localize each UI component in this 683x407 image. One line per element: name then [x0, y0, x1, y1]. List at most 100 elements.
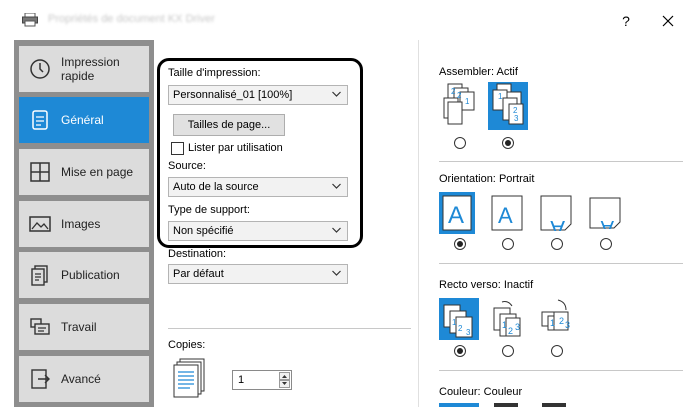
sidebar-item-mise-en-page[interactable]: Mise en page [19, 149, 149, 195]
general-settings: Taille d'impression: Personnalisé_01 [10… [154, 40, 418, 407]
sidebar-item-label: Travail [61, 320, 97, 334]
duplex-off-radio[interactable] [454, 345, 466, 357]
sidebar-item-impression-rapide[interactable]: Impression rapide [19, 46, 149, 92]
destination-value: Par défaut [173, 268, 224, 280]
svg-text:1: 1 [550, 318, 555, 328]
divider [439, 263, 683, 264]
simplex-icon: 1 2 3 [443, 304, 473, 338]
sidebar-item-label: Publication [61, 268, 120, 282]
orientation-landscape-radio[interactable] [502, 238, 514, 250]
black-white-option[interactable] [542, 403, 566, 407]
collate-label: Assembler: Actif [439, 66, 518, 78]
source-dropdown[interactable]: Auto de la source [168, 177, 348, 197]
collate-title: Assembler: [439, 66, 495, 78]
svg-text:1: 1 [465, 97, 470, 106]
page-sizes-button[interactable]: Tailles de page... [173, 114, 285, 136]
svg-text:1: 1 [502, 320, 507, 330]
portrait-icon: A [442, 195, 472, 231]
sidebar-item-label: Mise en page [61, 165, 134, 179]
close-button[interactable] [656, 10, 680, 32]
color-value: Couleur [483, 386, 523, 398]
uncollated-icon[interactable]: 2 2 1 [440, 82, 478, 130]
print-size-dropdown[interactable]: Personnalisé_01 [100%] [168, 85, 348, 105]
collate-value: Actif [496, 66, 518, 78]
advanced-icon [31, 369, 50, 389]
divider [168, 328, 411, 329]
sidebar-item-general[interactable]: Général [19, 97, 149, 143]
color-mode-option[interactable] [439, 403, 479, 407]
sidebar-item-travail[interactable]: Travail [19, 304, 149, 350]
source-label: Source: [168, 160, 206, 172]
grayscale-option[interactable] [494, 403, 518, 407]
svg-text:1: 1 [452, 318, 457, 327]
layout-grid-icon [30, 162, 50, 182]
orientation-label: Orientation: Portrait [439, 173, 534, 185]
copies-stepper[interactable]: 1 [232, 370, 292, 390]
color-label: Couleur: Couleur [439, 386, 522, 398]
collated-radio[interactable] [502, 137, 514, 149]
svg-text:2: 2 [508, 326, 513, 336]
decrement-button[interactable] [279, 380, 290, 388]
svg-text:A: A [498, 203, 513, 228]
sidebar-item-label: Avancé [61, 372, 101, 386]
duplex-short-edge-radio[interactable] [551, 345, 563, 357]
svg-text:3: 3 [514, 114, 519, 123]
chevron-down-icon [332, 91, 341, 97]
chevron-down-icon [332, 183, 341, 189]
svg-text:2: 2 [457, 91, 462, 100]
print-size-label: Taille d'impression: [168, 67, 261, 79]
duplex-long-edge-icon[interactable]: 1 2 3 [488, 298, 528, 340]
duplex-long-edge-radio[interactable] [502, 345, 514, 357]
list-by-usage-label: Lister par utilisation [188, 142, 283, 154]
chevron-down-icon [332, 227, 341, 233]
sidebar-item-label: Général [61, 113, 104, 127]
portrait-rotated-icon[interactable]: A [540, 195, 572, 231]
uncollated-radio[interactable] [454, 137, 466, 149]
media-type-value: Non spécifié [173, 225, 234, 237]
svg-text:2: 2 [451, 87, 456, 96]
arrow-down-icon [282, 382, 287, 385]
media-type-dropdown[interactable]: Non spécifié [168, 221, 348, 241]
copies-stack-icon [173, 358, 205, 398]
duplex-off-option[interactable]: 1 2 3 [439, 298, 479, 340]
duplex-short-edge-icon[interactable]: 1 2 3 [538, 298, 578, 340]
sidebar-item-avance[interactable]: Avancé [19, 356, 149, 402]
sidebar-item-images[interactable]: Images [19, 201, 149, 247]
sidebar-item-publication[interactable]: Publication [19, 252, 149, 298]
increment-button[interactable] [279, 372, 290, 380]
divider [439, 370, 683, 371]
orientation-portrait-rotated-radio[interactable] [551, 238, 563, 250]
sidebar-item-label: Images [61, 217, 101, 231]
duplex-title: Recto verso: [439, 279, 501, 291]
orientation-landscape-rotated-radio[interactable] [600, 238, 612, 250]
publication-icon [31, 265, 48, 286]
orientation-value: Portrait [498, 173, 535, 185]
divider [439, 161, 683, 162]
print-size-value: Personnalisé_01 [100%] [173, 89, 293, 101]
image-icon [29, 216, 51, 232]
clock-icon [30, 59, 50, 79]
duplex-value: Inactif [503, 279, 534, 291]
arrow-up-icon [282, 375, 287, 378]
collated-option[interactable]: 1 2 3 [488, 82, 528, 130]
help-button[interactable]: ? [614, 10, 638, 32]
svg-text:1: 1 [498, 92, 503, 101]
chevron-down-icon [332, 270, 341, 276]
collated-icon: 1 2 3 [492, 83, 524, 125]
svg-text:3: 3 [515, 322, 520, 332]
sidebar-item-label: Impression rapide [61, 55, 120, 83]
landscape-icon[interactable]: A [491, 195, 523, 231]
orientation-portrait-option[interactable]: A [439, 192, 475, 234]
source-value: Auto de la source [173, 181, 259, 193]
landscape-rotated-icon[interactable]: A [589, 197, 621, 229]
output-options: Assembler: Actif 2 2 1 1 2 3 Orientation… [424, 40, 683, 407]
copies-value: 1 [238, 374, 245, 386]
list-by-usage-checkbox[interactable] [171, 142, 184, 155]
orientation-portrait-radio[interactable] [454, 238, 466, 250]
job-icon [30, 318, 50, 335]
copies-label: Copies: [168, 339, 206, 351]
color-title: Couleur: [439, 386, 481, 398]
destination-dropdown[interactable]: Par défaut [168, 264, 348, 284]
panel-separator [418, 40, 419, 407]
title-bar: Propriétés de document KX Driver ? [0, 0, 683, 40]
